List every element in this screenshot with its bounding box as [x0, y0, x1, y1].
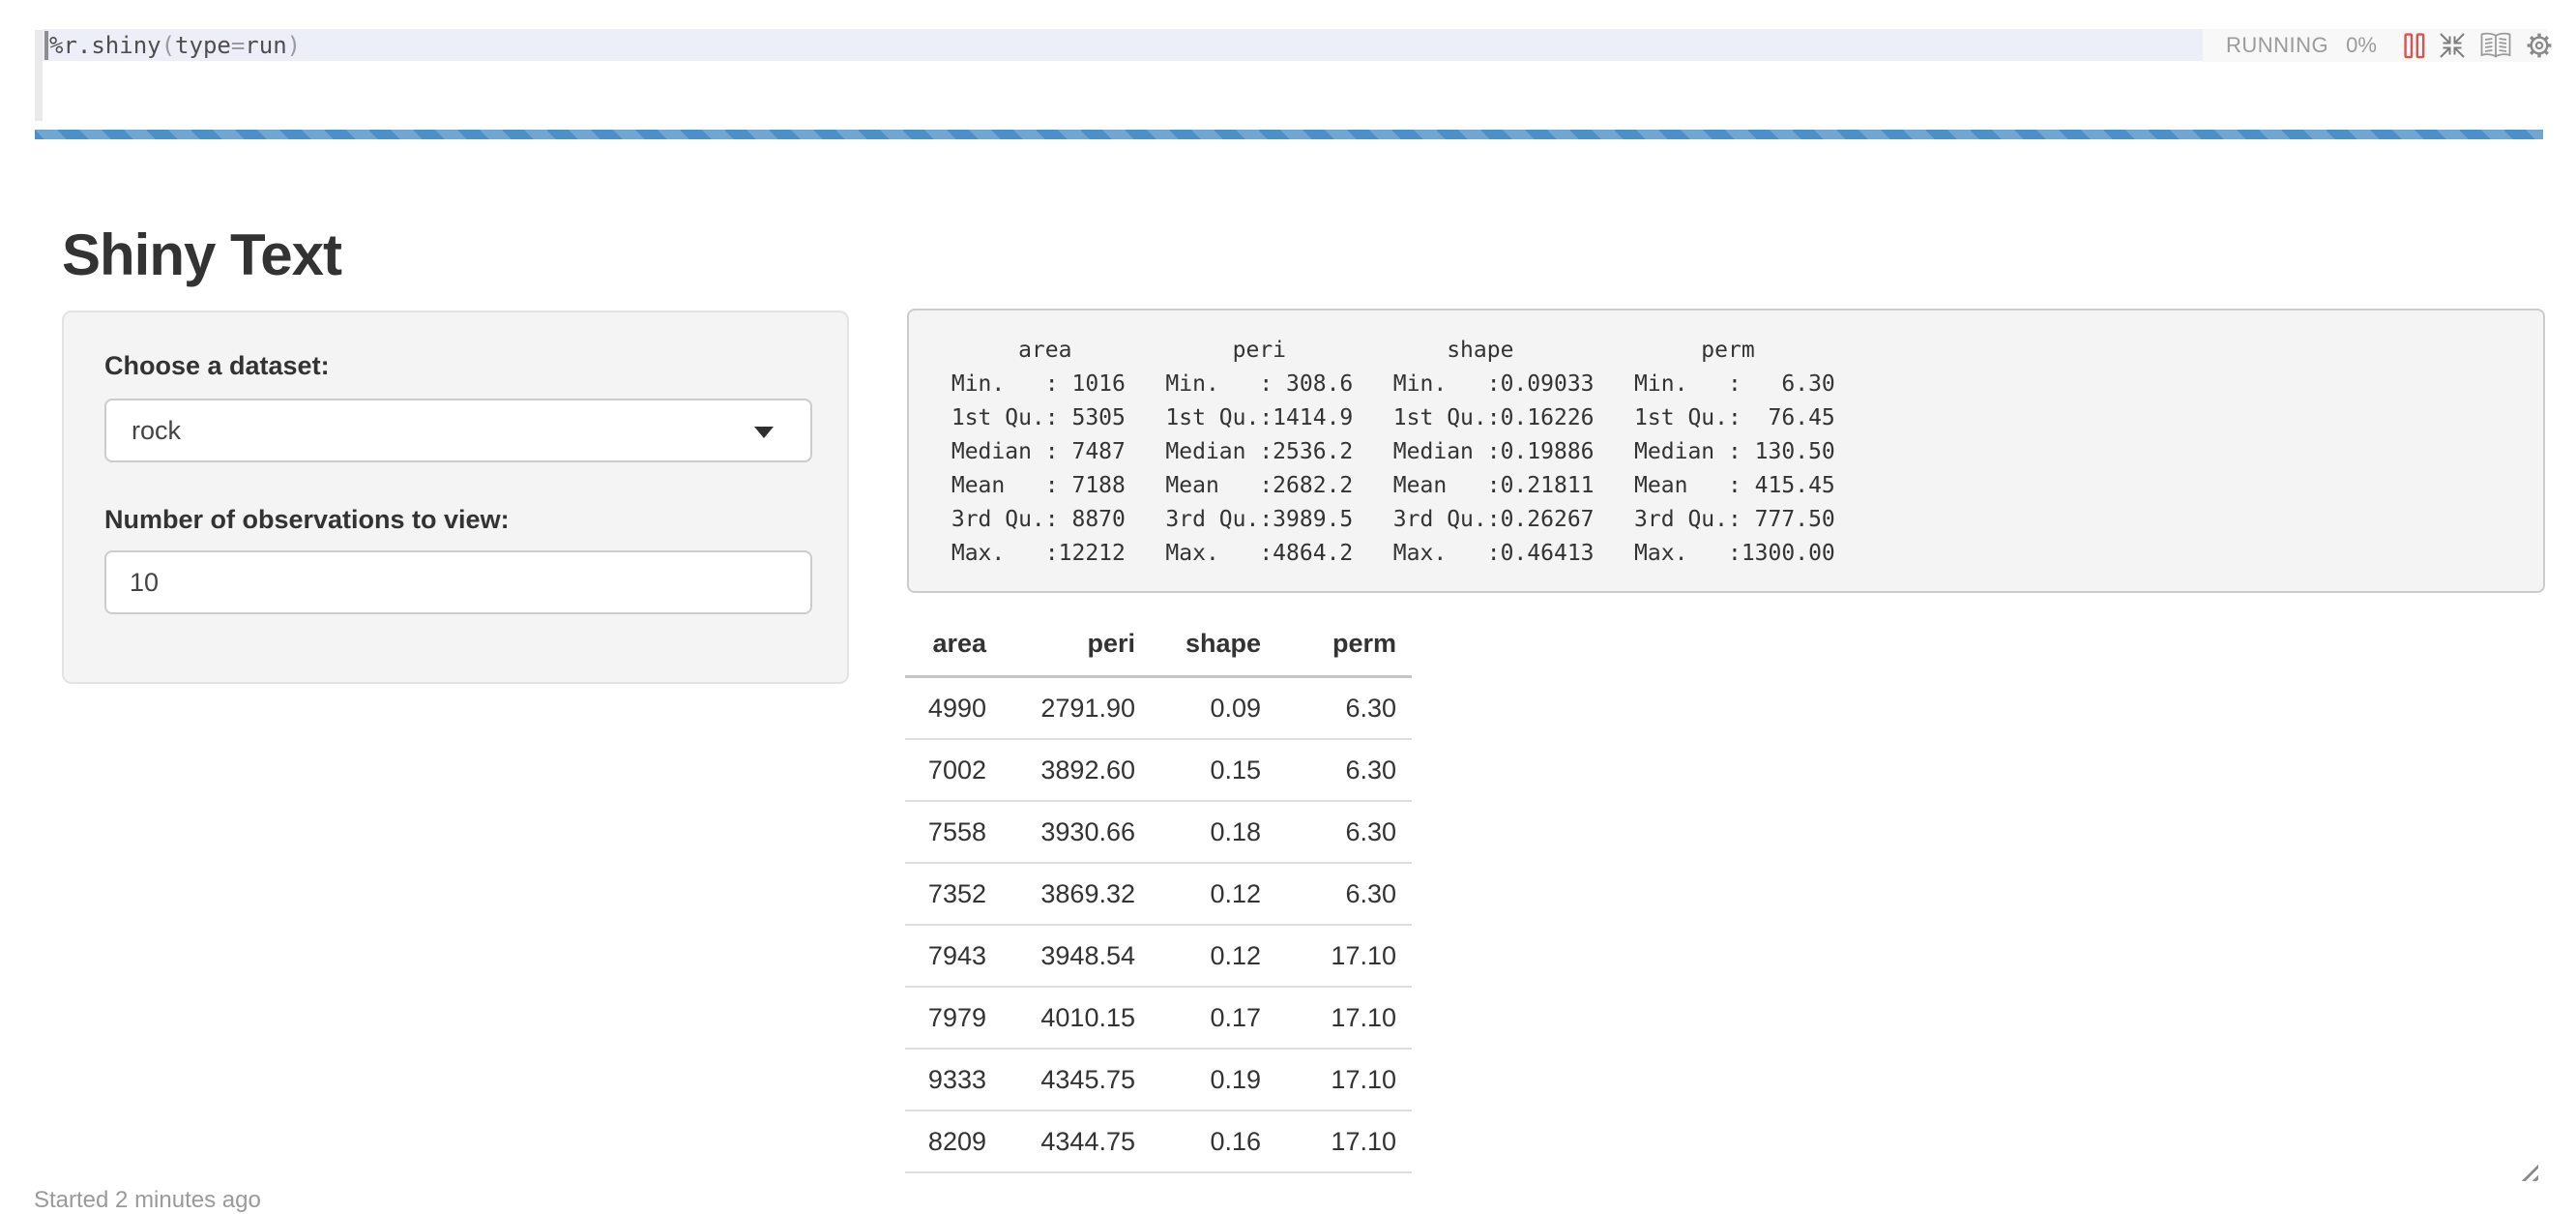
summary-output: area peri shape perm Min. : 1016 Min. : …	[907, 309, 2545, 593]
table-row: 49902791.900.096.30	[905, 677, 1412, 740]
table-cell: 17.10	[1276, 1049, 1412, 1110]
table-cell: 0.15	[1151, 739, 1276, 801]
table-cell: 17.10	[1276, 925, 1412, 987]
table-row: 93334345.750.1917.10	[905, 1049, 1412, 1110]
table-column-header: perm	[1276, 615, 1412, 677]
observations-table: areaperishapeperm 49902791.900.096.30700…	[905, 615, 1412, 1173]
table-cell: 0.16	[1151, 1110, 1276, 1172]
started-note: Started 2 minutes ago	[34, 1187, 261, 1214]
table-cell: 0.19	[1151, 1049, 1276, 1110]
table-row: 75583930.660.186.30	[905, 801, 1412, 863]
table-cell: 7002	[905, 739, 1002, 801]
compress-icon	[2438, 31, 2467, 60]
page-title: Shiny Text	[62, 222, 341, 288]
sidebar-panel: Choose a dataset: rock Number of observa…	[62, 311, 849, 684]
editor-gutter	[35, 30, 43, 121]
observations-label: Number of observations to view:	[104, 505, 510, 535]
table-row: 79433948.540.1217.10	[905, 925, 1412, 987]
table-cell: 17.10	[1276, 987, 1412, 1049]
code-text: %r.shiny(type=run)	[49, 32, 301, 59]
table-column-header: area	[905, 615, 1002, 677]
dataset-label: Choose a dataset:	[104, 351, 330, 381]
table-cell: 0.12	[1151, 863, 1276, 925]
table-cell: 7352	[905, 863, 1002, 925]
paragraph-controls: RUNNING 0%	[2203, 29, 2547, 62]
table-cell: 9333	[905, 1049, 1002, 1110]
table-cell: 6.30	[1276, 863, 1412, 925]
table-row: 73523869.320.126.30	[905, 863, 1412, 925]
open-book-icon	[2479, 31, 2512, 60]
status-badge: RUNNING	[2226, 33, 2328, 58]
progress-bar	[35, 130, 2543, 139]
table-cell: 0.09	[1151, 677, 1276, 740]
table-row: 79794010.150.1717.10	[905, 987, 1412, 1049]
table-cell: 0.18	[1151, 801, 1276, 863]
table-cell: 3948.54	[1002, 925, 1151, 987]
table-cell: 17.10	[1276, 1110, 1412, 1172]
table-row: 82094344.750.1617.10	[905, 1110, 1412, 1172]
table-cell: 3930.66	[1002, 801, 1151, 863]
table-column-header: peri	[1002, 615, 1151, 677]
table-cell: 4990	[905, 677, 1002, 740]
table-cell: 4345.75	[1002, 1049, 1151, 1110]
table-column-header: shape	[1151, 615, 1276, 677]
table-cell: 7979	[905, 987, 1002, 1049]
table-row: 70023892.600.156.30	[905, 739, 1412, 801]
table-cell: 3869.32	[1002, 863, 1151, 925]
table-cell: 6.30	[1276, 739, 1412, 801]
dataset-select[interactable]: rock	[104, 399, 812, 462]
collapse-button[interactable]	[2438, 31, 2467, 60]
progress-percent: 0%	[2346, 33, 2377, 58]
table-cell: 0.12	[1151, 925, 1276, 987]
show-editor-button[interactable]	[2479, 31, 2512, 60]
resize-grip-icon[interactable]	[2519, 1162, 2538, 1181]
dataset-selected-value: rock	[132, 416, 181, 446]
table-cell: 6.30	[1276, 801, 1412, 863]
observations-input[interactable]	[104, 550, 812, 614]
table-cell: 0.17	[1151, 987, 1276, 1049]
table-cell: 8209	[905, 1110, 1002, 1172]
table-header: areaperishapeperm	[905, 615, 1412, 677]
table-cell: 4010.15	[1002, 987, 1151, 1049]
gear-icon	[2525, 31, 2554, 60]
table-cell: 2791.90	[1002, 677, 1151, 740]
code-editor-line[interactable]: %r.shiny(type=run)	[43, 29, 2203, 61]
table-cell: 3892.60	[1002, 739, 1151, 801]
pause-button[interactable]	[2404, 33, 2425, 59]
table-cell: 4344.75	[1002, 1110, 1151, 1172]
pause-icon	[2404, 33, 2425, 59]
table-cell: 6.30	[1276, 677, 1412, 740]
text-cursor	[44, 31, 48, 60]
table-cell: 7558	[905, 801, 1002, 863]
table-cell: 7943	[905, 925, 1002, 987]
chevron-down-icon	[754, 427, 774, 438]
settings-button[interactable]	[2525, 31, 2554, 60]
